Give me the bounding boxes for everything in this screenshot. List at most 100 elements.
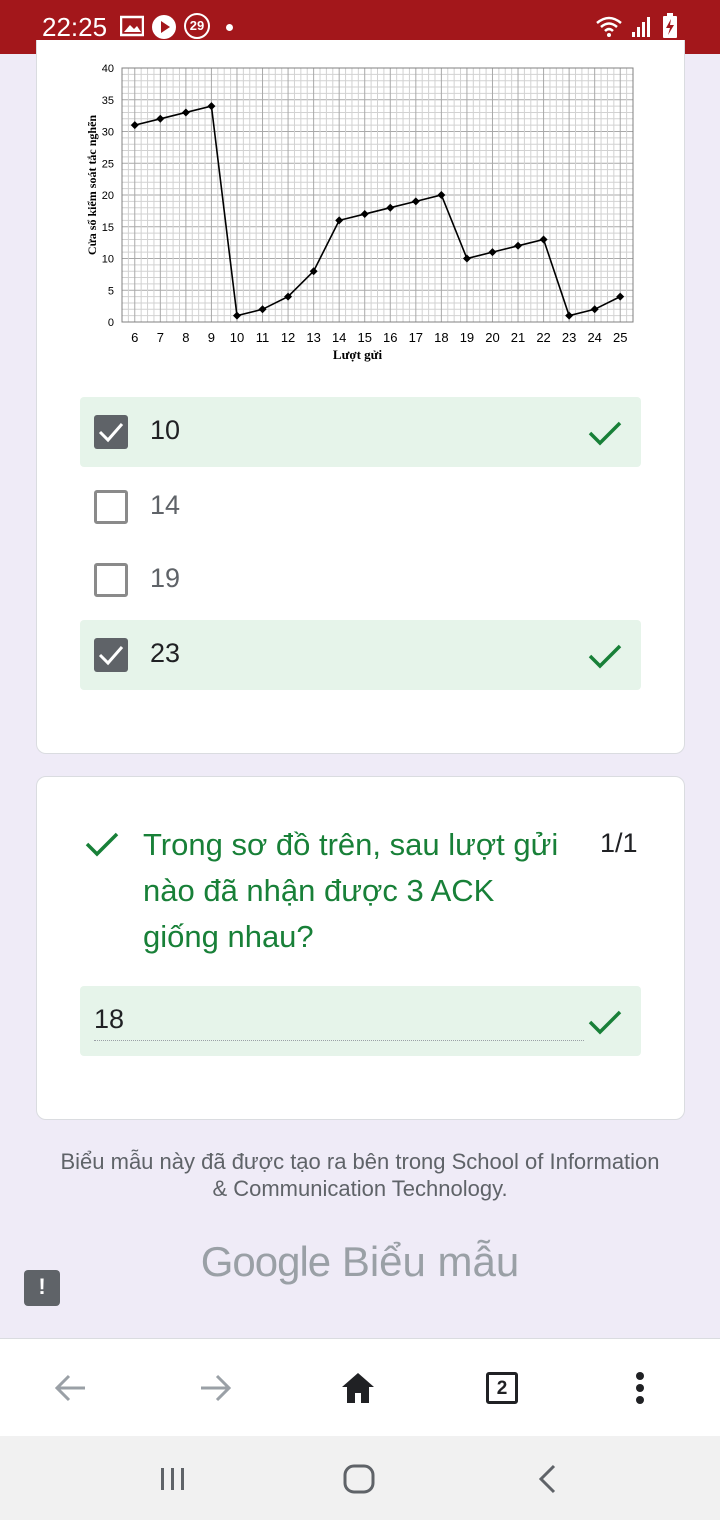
x-axis-label: Lượt gửi — [333, 347, 383, 362]
notification-badge-icon: 29 — [184, 13, 210, 39]
x-tick-label: 22 — [536, 330, 550, 345]
home-button[interactable] — [328, 1339, 388, 1437]
arrow-right-icon — [201, 1374, 232, 1402]
data-point — [232, 311, 241, 320]
line-chart: 0 5 10 15 20 25 30 35 40 6 7 8 9 10 11 12 13 14 15 16 17 18 19… — [85, 63, 634, 362]
data-point — [156, 114, 165, 123]
x-tick-label: 25 — [613, 330, 627, 345]
x-tick-label: 7 — [157, 330, 164, 345]
system-navigation-bar — [0, 1436, 720, 1520]
recent-apps-icon[interactable] — [158, 1466, 188, 1492]
x-tick-label: 9 — [208, 330, 215, 345]
back-nav-icon[interactable] — [536, 1464, 558, 1494]
checkbox-checked[interactable] — [94, 638, 128, 672]
y-tick-label: 25 — [102, 158, 114, 170]
data-point — [386, 203, 395, 212]
option-label: 19 — [150, 563, 181, 593]
option-label: 14 — [150, 490, 181, 520]
more-vert-icon — [636, 1372, 644, 1404]
forward-button[interactable] — [186, 1339, 246, 1437]
status-time: 22:25 — [42, 12, 108, 42]
y-tick-label: 40 — [102, 63, 114, 75]
checkbox-unchecked[interactable] — [94, 490, 128, 524]
x-tick-label: 17 — [409, 330, 423, 345]
x-tick-label: 21 — [511, 330, 525, 345]
tab-count-icon: 2 — [486, 1372, 518, 1404]
x-tick-label: 20 — [485, 330, 499, 345]
answer-underline — [94, 1040, 584, 1041]
brand-google: Google — [200, 1238, 331, 1285]
checkmark-icon — [98, 423, 124, 443]
data-point — [437, 191, 446, 199]
y-tick-label: 5 — [108, 285, 114, 297]
x-tick-label: 16 — [383, 330, 397, 345]
home-icon — [342, 1373, 374, 1403]
x-tick-label: 18 — [434, 330, 448, 345]
data-point — [335, 216, 344, 225]
correct-check-icon — [85, 832, 119, 857]
data-point — [462, 254, 471, 263]
data-point — [360, 210, 369, 219]
play-icon — [152, 15, 176, 39]
image-icon — [120, 15, 144, 37]
checkbox-checked[interactable] — [94, 415, 128, 449]
data-point — [488, 248, 497, 257]
menu-button[interactable] — [610, 1339, 670, 1437]
option-label: 10 — [150, 415, 181, 445]
data-point — [207, 102, 216, 111]
answer-field: 18 — [80, 986, 641, 1056]
y-axis-label: Cửa sổ kiểm soát tắc nghẽn — [85, 115, 99, 256]
option-14[interactable]: 14 — [80, 472, 641, 542]
x-tick-label: 15 — [357, 330, 371, 345]
battery-charging-icon — [663, 13, 677, 38]
x-tick-label: 13 — [306, 330, 320, 345]
data-point — [130, 121, 139, 130]
wifi-icon — [596, 16, 622, 37]
x-tick-label: 14 — [332, 330, 346, 345]
correct-check-icon — [588, 1010, 622, 1035]
checkbox-unchecked[interactable] — [94, 563, 128, 597]
question-score: 1/1 — [600, 828, 638, 858]
data-point — [411, 197, 420, 206]
x-tick-label: 19 — [460, 330, 474, 345]
x-tick-label: 11 — [256, 330, 270, 345]
signal-icon — [632, 17, 650, 37]
y-tick-label: 0 — [108, 317, 114, 329]
x-tick-label: 23 — [562, 330, 576, 345]
y-tick-label: 10 — [102, 254, 114, 266]
data-point — [181, 108, 190, 117]
home-nav-icon[interactable] — [343, 1464, 375, 1494]
report-abuse-button[interactable]: ! — [24, 1270, 60, 1306]
answer-value: 18 — [94, 1004, 125, 1034]
data-point — [539, 235, 548, 244]
google-forms-logo[interactable]: Google Biểu mẫu — [0, 1238, 720, 1286]
footer-disclaimer: Biểu mẫu này đã được tạo ra bên trong Sc… — [60, 1149, 660, 1201]
arrow-left-icon — [54, 1374, 85, 1402]
dot-icon — [226, 24, 233, 31]
correct-check-icon — [588, 644, 622, 669]
back-button[interactable] — [40, 1339, 100, 1437]
option-10[interactable]: 10 — [80, 397, 641, 467]
y-tick-label: 15 — [102, 222, 114, 234]
brand-forms: Biểu mẫu — [341, 1238, 520, 1285]
option-23[interactable]: 23 — [80, 620, 641, 690]
x-tick-label: 12 — [281, 330, 295, 345]
question-title: Trong sơ đồ trên, sau lượt gửi nào đã nh… — [143, 827, 559, 954]
correct-check-icon — [588, 421, 622, 446]
option-19[interactable]: 19 — [80, 545, 641, 615]
data-point — [590, 305, 599, 314]
browser-toolbar: 2 — [0, 1338, 720, 1437]
data-point — [514, 241, 523, 250]
option-label: 23 — [150, 638, 181, 668]
x-tick-label: 10 — [230, 330, 244, 345]
y-tick-label: 35 — [102, 95, 114, 107]
data-point — [258, 305, 267, 314]
tabs-button[interactable]: 2 — [472, 1339, 532, 1437]
y-tick-label: 30 — [102, 127, 114, 139]
x-tick-label: 6 — [131, 330, 138, 345]
data-point — [616, 292, 625, 301]
x-tick-label: 24 — [587, 330, 601, 345]
checkmark-icon — [98, 646, 124, 666]
data-point — [565, 311, 574, 320]
x-tick-label: 8 — [182, 330, 189, 345]
